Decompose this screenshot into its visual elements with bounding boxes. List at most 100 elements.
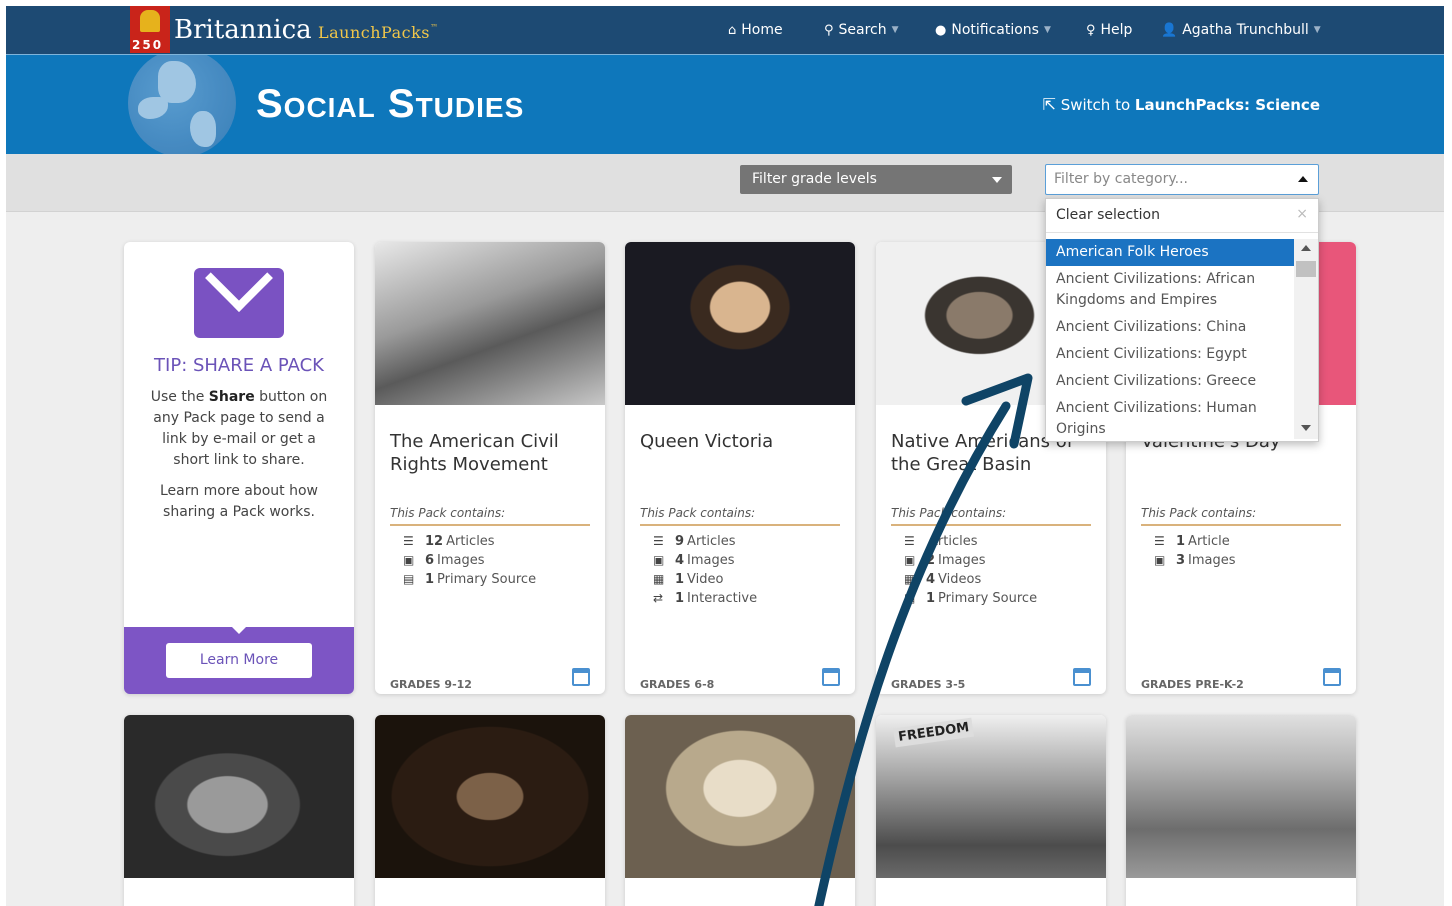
- pack-content-item: ☰ 1 Article: [1154, 532, 1236, 551]
- pack-photo[interactable]: [1126, 715, 1356, 878]
- item-label: Videos: [938, 572, 982, 587]
- anniversary-logo[interactable]: 250: [130, 6, 170, 53]
- pack-photo[interactable]: [625, 715, 855, 878]
- close-icon[interactable]: ×: [1296, 206, 1308, 222]
- category-option[interactable]: Ancient Civilizations: Greece: [1046, 368, 1294, 395]
- pack-photo[interactable]: [124, 715, 354, 878]
- nav-search[interactable]: ⚲ Search ▼: [824, 6, 899, 54]
- nav-home[interactable]: ⌂ Home: [728, 6, 783, 54]
- category-option[interactable]: Ancient Civilizations: African Kingdoms …: [1046, 266, 1294, 314]
- pack-contents-list: ☰ 1 Article ▣ 3 Images: [1154, 532, 1236, 570]
- pack-photo[interactable]: [375, 242, 605, 405]
- nav-notifications[interactable]: ● Notifications ▼: [935, 6, 1051, 54]
- chevron-down-icon: ▼: [1313, 25, 1321, 35]
- share-tip-card: TIP: SHARE A PACK Use the Share button o…: [124, 242, 354, 694]
- pack-content-item: ☰ 12 Articles: [403, 532, 536, 551]
- item-count: 6: [425, 553, 435, 568]
- item-label: Articles: [446, 534, 495, 549]
- browser-viewport: 250 Britannica LaunchPacks™ ⌂ Home ⚲ Sea…: [6, 6, 1444, 906]
- pack-card[interactable]: Queen Victoria This Pack contains: ☰ 9 Art…: [625, 242, 855, 694]
- globe-landmass: [158, 61, 196, 103]
- globe-landmass: [138, 97, 168, 119]
- retweet-icon: ⇄: [653, 591, 664, 605]
- category-option[interactable]: American Folk Heroes: [1046, 239, 1294, 266]
- image-icon: ▣: [653, 553, 665, 567]
- pack-title[interactable]: Queen Victoria: [640, 430, 840, 453]
- clear-selection-option[interactable]: Clear selection ×: [1046, 199, 1318, 233]
- pack-contains-label: This Pack contains:: [1141, 506, 1341, 526]
- category-options-list: American Folk Heroes Ancient Civilizatio…: [1046, 239, 1294, 443]
- item-count: 2: [926, 553, 936, 568]
- grade-level-label: GRADES 6-8: [640, 678, 715, 691]
- tip-footer: Learn More: [124, 626, 354, 694]
- nav-user-menu[interactable]: 👤 Agatha Trunchbull ▼: [1161, 6, 1321, 54]
- category-filter-input[interactable]: Filter by category...: [1045, 164, 1319, 195]
- tip-title: TIP: SHARE A PACK: [154, 355, 324, 376]
- calendar-icon[interactable]: [1073, 668, 1091, 686]
- pack-card[interactable]: FREEDOM: [876, 715, 1106, 906]
- grade-level-select[interactable]: Filter grade levels: [740, 165, 1012, 194]
- speech-bubble-icon: ●: [935, 22, 947, 38]
- pack-card[interactable]: [124, 715, 354, 906]
- image-icon: ▣: [904, 553, 916, 567]
- item-label: Images: [437, 553, 485, 568]
- film-icon: ▦: [904, 572, 916, 586]
- switch-prefix: Switch to: [1060, 96, 1135, 114]
- item-count: 4: [675, 553, 685, 568]
- lightbulb-icon: ♀: [1086, 22, 1096, 38]
- pack-content-item: ⇄ 1 Interactive: [653, 589, 757, 608]
- list-icon: ☰: [653, 534, 664, 548]
- scroll-up-arrow-icon[interactable]: [1301, 245, 1311, 251]
- envelope-icon: [194, 244, 284, 338]
- item-label: Articles: [929, 534, 978, 549]
- pack-photo[interactable]: [375, 715, 605, 878]
- hero-banner: Social Studies ⇱ Switch to LaunchPacks: …: [6, 54, 1444, 154]
- pack-contents-list: ☰ 12 Articles ▣ 6 Images ▤ 1 Primary Source: [403, 532, 536, 589]
- brand-name[interactable]: Britannica: [174, 15, 312, 45]
- pack-card[interactable]: [1126, 715, 1356, 906]
- tip-body-pre: Use the: [150, 389, 209, 405]
- pack-content-item: ▣ 4 Images: [653, 551, 757, 570]
- logo-number: 250: [132, 38, 164, 52]
- user-icon: 👤: [1161, 22, 1178, 38]
- scrollbar-thumb[interactable]: [1296, 261, 1316, 277]
- scroll-down-arrow-icon[interactable]: [1301, 425, 1311, 431]
- calendar-icon[interactable]: [822, 668, 840, 686]
- pack-card[interactable]: The American Civil Rights Movement This …: [375, 242, 605, 694]
- switch-launchpack-link[interactable]: ⇱ Switch to LaunchPacks: Science: [1043, 95, 1320, 114]
- item-count: 3: [1176, 553, 1186, 568]
- pack-contents-list: ☰ Articles ▣ 2 Images ▦ 4 Videos ▤ 1 Primary So…: [904, 532, 1037, 608]
- item-label: Primary Source: [437, 572, 537, 587]
- item-count: 1: [425, 572, 435, 587]
- product-name-text: LaunchPacks: [318, 23, 430, 42]
- pack-content-item: ☰ 9 Articles: [653, 532, 757, 551]
- item-count: 9: [675, 534, 685, 549]
- nav-help[interactable]: ♀ Help: [1086, 6, 1132, 54]
- grade-level-label: GRADES 9-12: [390, 678, 472, 691]
- list-icon: ☰: [1154, 534, 1165, 548]
- pack-photo[interactable]: FREEDOM: [876, 715, 1106, 878]
- chevron-down-icon: ▼: [891, 25, 899, 35]
- nav-home-label: Home: [741, 22, 783, 38]
- pack-title[interactable]: The American Civil Rights Movement: [390, 430, 590, 476]
- tip-body-bold: Share: [208, 389, 255, 405]
- pack-photo[interactable]: [625, 242, 855, 405]
- pack-card[interactable]: [375, 715, 605, 906]
- learn-more-button[interactable]: Learn More: [166, 643, 312, 678]
- category-dropdown: Clear selection × American Folk Heroes A…: [1045, 198, 1319, 442]
- nav-search-label: Search: [838, 22, 887, 38]
- item-count: 1: [1176, 534, 1186, 549]
- switch-target: LaunchPacks: Science: [1134, 96, 1320, 114]
- calendar-icon[interactable]: [1323, 668, 1341, 686]
- calendar-icon[interactable]: [572, 668, 590, 686]
- pack-card[interactable]: [625, 715, 855, 906]
- category-option[interactable]: Ancient Civilizations: China: [1046, 314, 1294, 341]
- item-label: Images: [687, 553, 735, 568]
- dropdown-scrollbar[interactable]: [1294, 239, 1318, 439]
- protest-sign-text: FREEDOM: [893, 717, 975, 748]
- category-option[interactable]: Ancient Civilizations: Egypt: [1046, 341, 1294, 368]
- item-label: Interactive: [687, 591, 758, 606]
- category-option[interactable]: Ancient Civilizations: Human Origins: [1046, 395, 1294, 443]
- document-icon: ▤: [904, 591, 916, 605]
- image-icon: ▣: [403, 553, 415, 567]
